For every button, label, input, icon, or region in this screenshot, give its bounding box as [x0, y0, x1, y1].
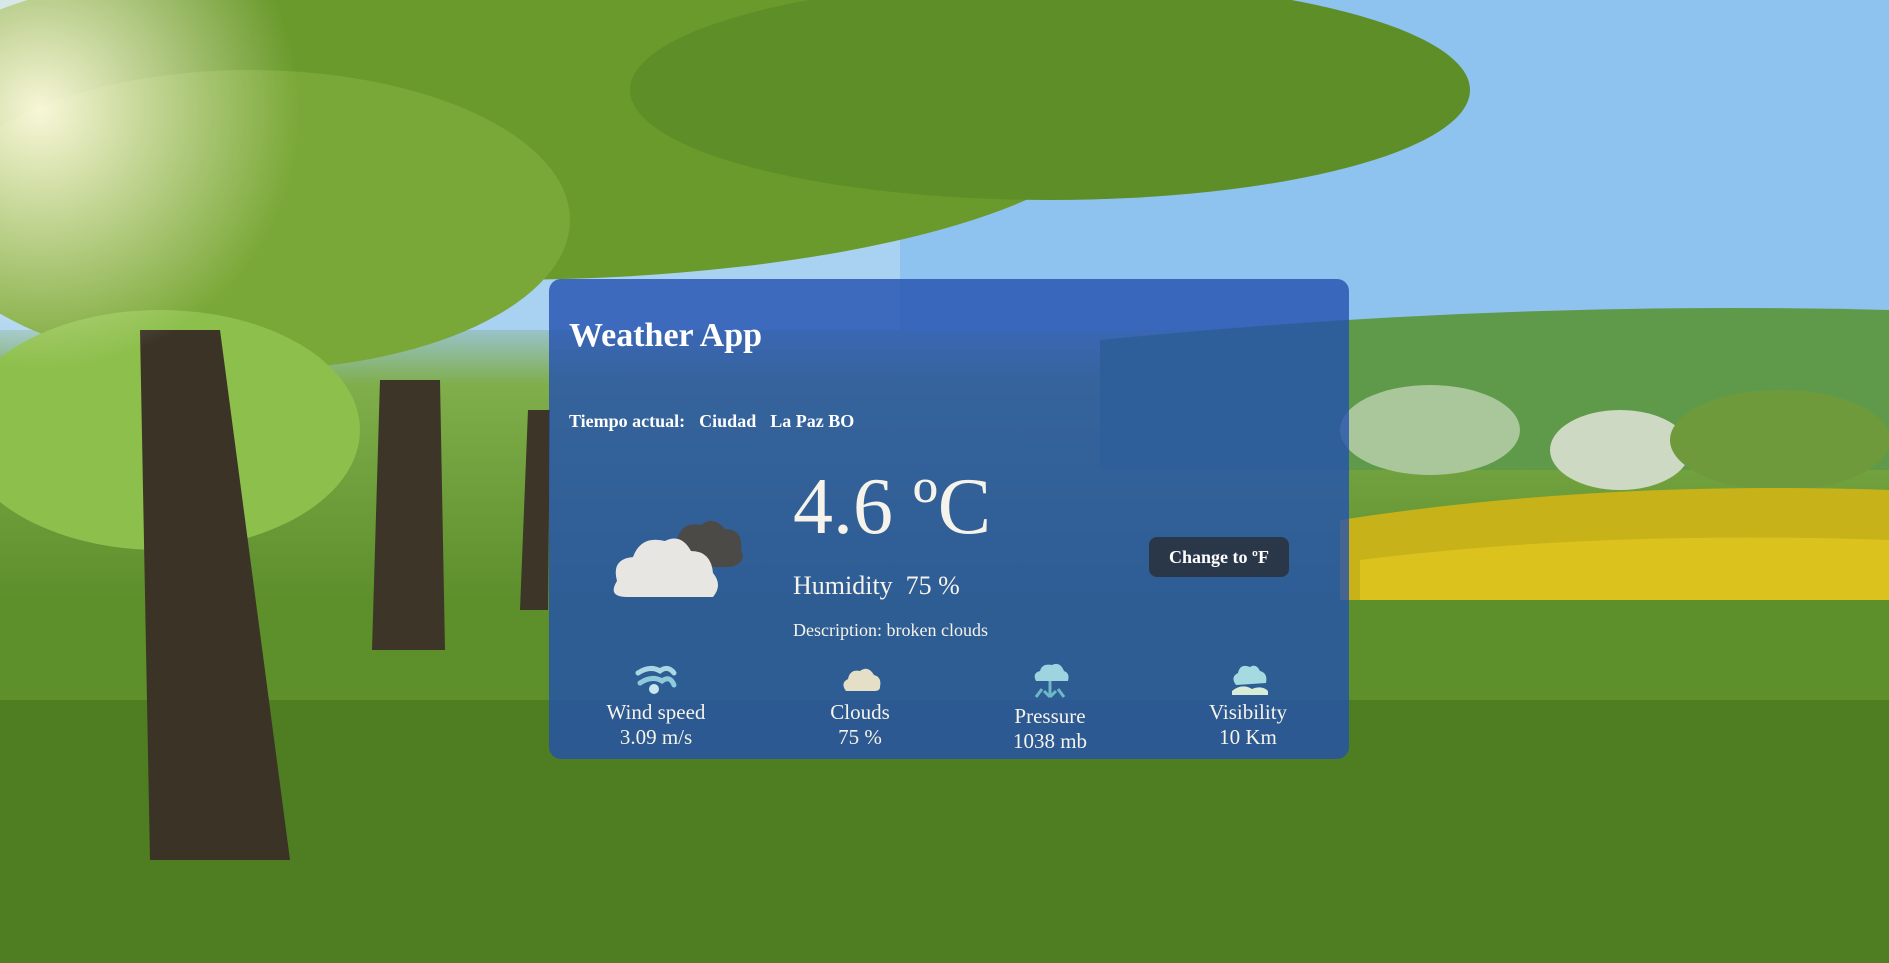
city-name: La Paz BO [770, 411, 855, 431]
pressure-icon [1034, 663, 1069, 699]
description-line: Description: broken clouds [793, 620, 988, 641]
cloud-icon [843, 668, 881, 691]
stat-wind-speed: Wind speed 3.09 m/s [576, 661, 736, 749]
weather-card: Weather App Tiempo actual: Ciudad La Paz B… [549, 279, 1349, 759]
humidity-label: Humidity [793, 571, 893, 600]
stat-label: Wind speed [606, 700, 706, 724]
current-weather-label: Tiempo actual: [569, 411, 686, 431]
broken-clouds-icon [613, 520, 743, 597]
visibility-icon [1232, 665, 1268, 695]
stat-label: Pressure [1014, 704, 1086, 728]
app-title: Weather App [569, 317, 763, 354]
stat-value: 1038 mb [1012, 729, 1088, 753]
stat-value: 75 % [838, 725, 882, 749]
stat-pressure: Pressure 1038 mb [970, 661, 1130, 753]
humidity-value: 75 % [905, 571, 960, 600]
city-label: Ciudad [699, 411, 757, 431]
humidity-line: Humidity 75 % [793, 571, 960, 601]
stat-value: 10 Km [1219, 725, 1277, 749]
stat-value: 3.09 m/s [619, 725, 693, 749]
stat-clouds: Clouds 75 % [780, 661, 940, 749]
wind-icon [635, 665, 677, 694]
description-label: Description: [793, 620, 882, 640]
change-unit-button[interactable]: Change to ºF [1149, 537, 1289, 577]
stat-visibility: Visibility 10 Km [1168, 661, 1328, 749]
description-value: broken clouds [886, 620, 988, 640]
stat-label: Clouds [830, 700, 890, 724]
location-line: Tiempo actual: Ciudad La Paz BO [569, 411, 868, 432]
stat-label: Visibility [1208, 700, 1288, 724]
temperature-value: 4.6 ºC [793, 463, 992, 551]
